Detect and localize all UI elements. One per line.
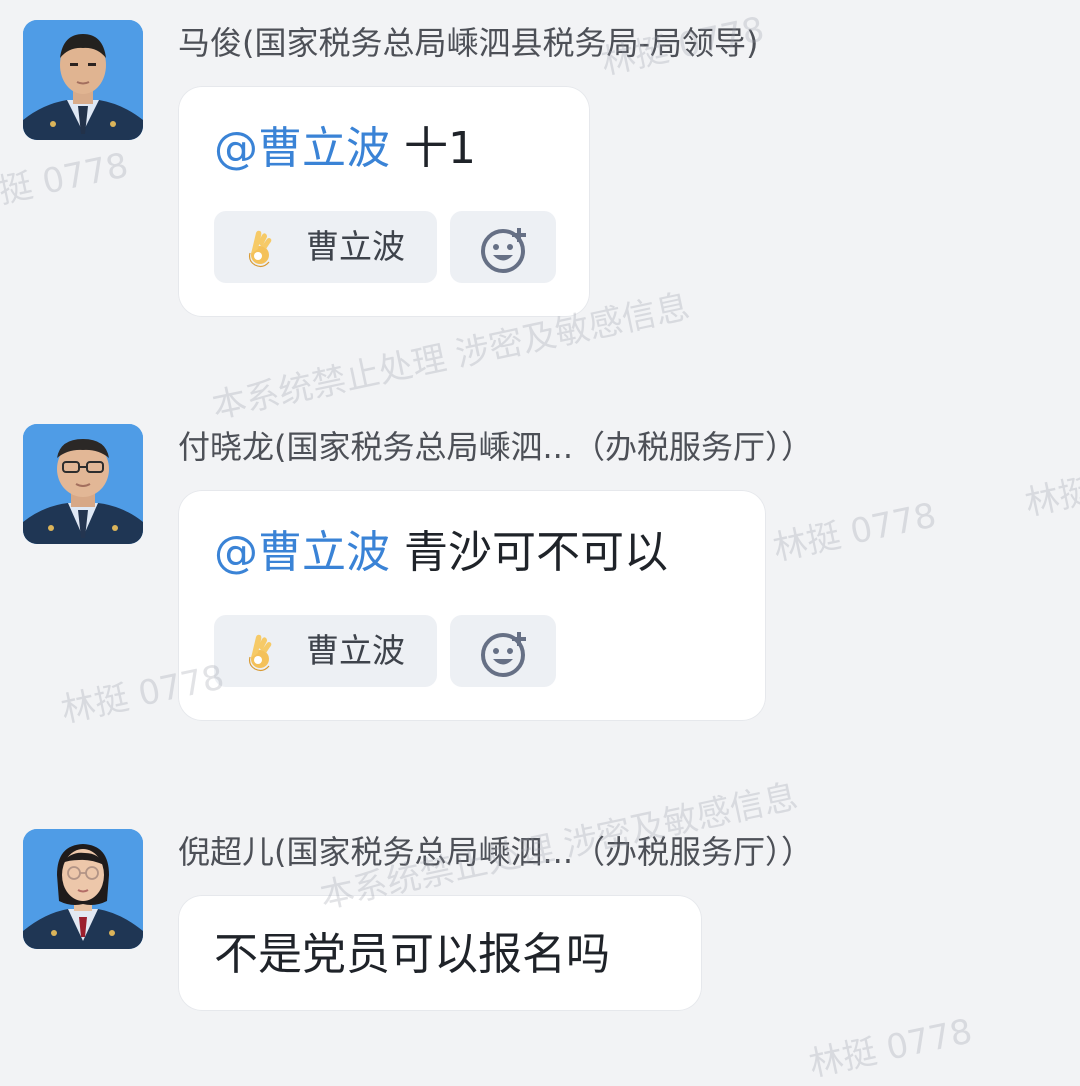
avatar-photo-icon — [23, 424, 143, 544]
smile-plus-icon — [481, 632, 526, 677]
message-body: 十1 — [404, 123, 476, 174]
ok-hand-reaction[interactable]: 曹立波 — [214, 211, 437, 283]
sender-name: 马俊(国家税务总局嵊泗县税务局-局领导) — [178, 24, 759, 62]
avatar-photo-icon — [23, 20, 143, 140]
reaction-user-name: 曹立波 — [306, 227, 405, 266]
message-text: @曹立波 十1 — [214, 120, 476, 178]
watermark-text: 林挺 0778 — [805, 1011, 976, 1085]
mention-link[interactable]: @曹立波 — [214, 527, 390, 578]
ok-hand-reaction[interactable]: 曹立波 — [214, 615, 437, 687]
message-bubble[interactable]: 不是党员可以报名吗 — [178, 895, 702, 1011]
sender-avatar[interactable] — [23, 424, 143, 544]
message-body: 青沙可不可以 — [404, 527, 668, 578]
mention-link[interactable]: @曹立波 — [214, 123, 390, 174]
add-reaction-button[interactable] — [450, 615, 556, 687]
reaction-user-name: 曹立波 — [306, 631, 405, 670]
add-reaction-button[interactable] — [450, 211, 556, 283]
sender-avatar[interactable] — [23, 20, 143, 140]
sender-name: 倪超儿(国家税务总局嵊泗...（办税服务厅）） — [178, 833, 814, 871]
message-bubble[interactable]: @曹立波 十1 曹立波 — [178, 86, 590, 317]
watermark-text: 林挺 0778 — [769, 495, 940, 569]
sender-name: 付晓龙(国家税务总局嵊泗...（办税服务厅）） — [178, 428, 814, 466]
avatar-photo-icon — [23, 829, 143, 949]
smile-plus-icon — [481, 228, 526, 273]
message-bubble[interactable]: @曹立波 青沙可不可以 曹立波 — [178, 490, 766, 721]
watermark-text: 林挺 0778 — [0, 145, 132, 219]
sender-avatar[interactable] — [23, 829, 143, 949]
message-body: 不是党员可以报名吗 — [214, 929, 610, 980]
message-text: @曹立波 青沙可不可以 — [214, 524, 668, 582]
ok-hand-icon — [248, 634, 272, 672]
watermark-text: 林挺 0778 — [1021, 450, 1080, 524]
ok-hand-icon — [248, 230, 272, 268]
